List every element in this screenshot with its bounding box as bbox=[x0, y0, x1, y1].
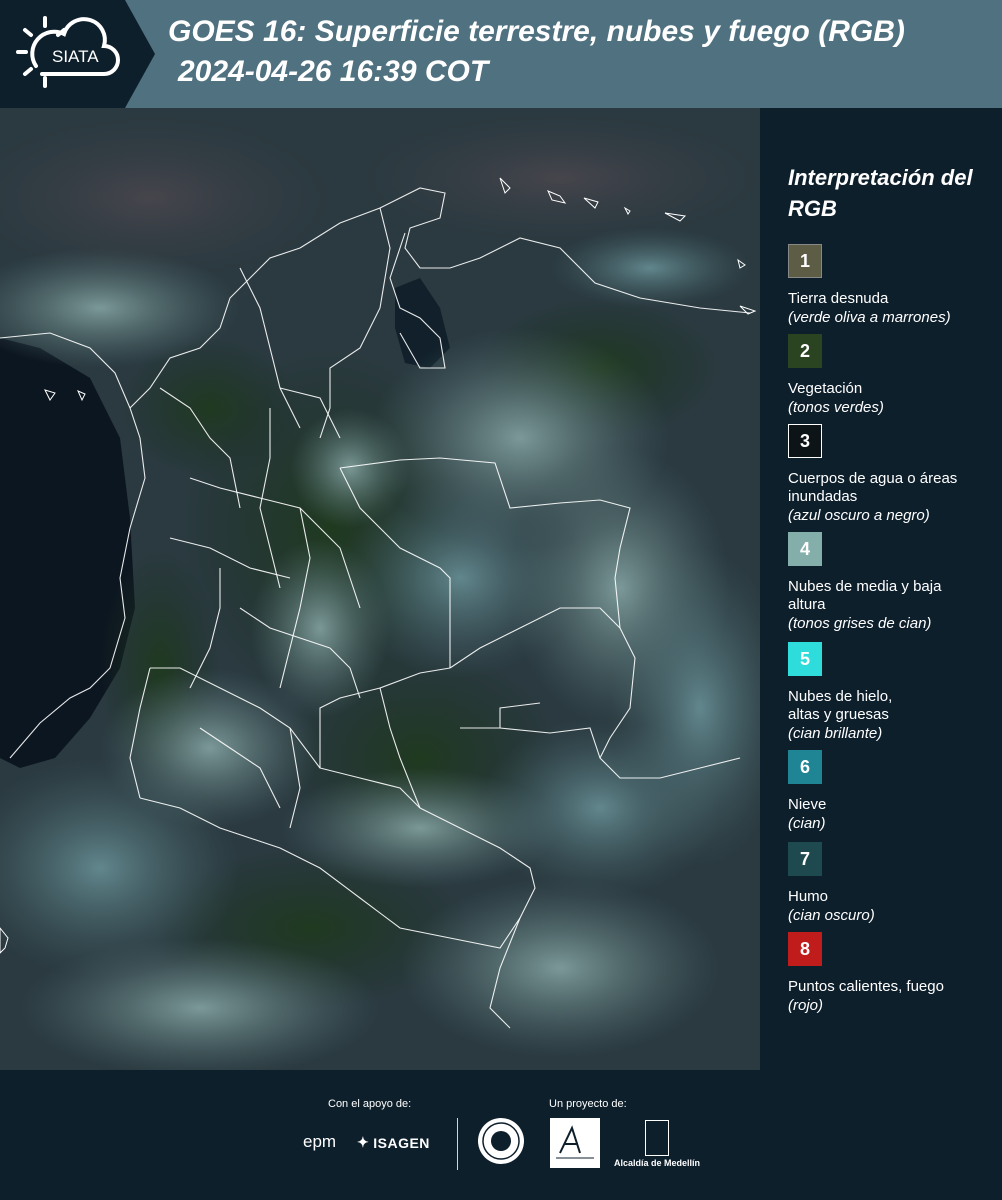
seal-logo bbox=[478, 1118, 524, 1164]
legend-item-desc: (cian) bbox=[788, 815, 826, 832]
epm-logo: epm bbox=[303, 1132, 337, 1151]
alcaldia-label: Alcaldía de Medellín bbox=[613, 1158, 701, 1168]
legend-item-desc: (tonos grises de cian) bbox=[788, 615, 932, 632]
legend-item-name: Tierra desnuda bbox=[788, 290, 889, 307]
legend-item-bare-soil: 1 Tierra desnuda (verde oliva a marrones… bbox=[788, 244, 998, 327]
siata-logo: SIATA bbox=[0, 0, 158, 108]
legend-item-name: Puntos calientes, fuego bbox=[788, 978, 944, 995]
legend-item-desc: (cian brillante) bbox=[788, 725, 883, 742]
alcaldia-logo: Alcaldía de Medellín bbox=[612, 1120, 702, 1170]
legend-item-desc: (rojo) bbox=[788, 997, 824, 1014]
coat-of-arms-icon bbox=[645, 1120, 669, 1156]
legend-item-name: Cuerpos de agua o áreas inundadas bbox=[788, 470, 958, 505]
page-timestamp: 2024-04-26 16:39 COT bbox=[178, 55, 489, 88]
area-metropolitana-logo bbox=[550, 1118, 600, 1168]
swatch-1: 1 bbox=[788, 244, 822, 278]
legend-item-name: Humo bbox=[788, 888, 829, 905]
legend-item-name: Nieve bbox=[788, 796, 827, 813]
swatch-6: 6 bbox=[788, 750, 822, 784]
legend-item-vegetation: 2 Vegetación (tonos verdes) bbox=[788, 334, 998, 417]
legend-item-snow: 6 Nieve (cian) bbox=[788, 750, 998, 833]
legend-item-ice-clouds: 5 Nubes de hielo, altas y gruesas (cian … bbox=[788, 642, 998, 743]
isagen-label: ISAGEN bbox=[373, 1134, 430, 1151]
legend-item-desc: (azul oscuro a negro) bbox=[788, 507, 930, 524]
header-bar: SIATA GOES 16: Superficie terrestre, nub… bbox=[0, 0, 1002, 108]
page-title: GOES 16: Superficie terrestre, nubes y f… bbox=[168, 15, 905, 48]
legend-panel: Interpretación del RGB 1 Tierra desnuda … bbox=[760, 108, 1002, 1070]
legend-item-fire: 8 Puntos calientes, fuego (rojo) bbox=[788, 932, 998, 1015]
swatch-2: 2 bbox=[788, 334, 822, 368]
support-label: Con el apoyo de: bbox=[328, 1098, 412, 1110]
isagen-icon: ✦ bbox=[357, 1134, 370, 1150]
isagen-logo: ✦ ISAGEN bbox=[357, 1134, 430, 1151]
legend-item-water: 3 Cuerpos de agua o áreas inundadas (azu… bbox=[788, 424, 998, 525]
logo-text: SIATA bbox=[52, 47, 99, 66]
footer-divider bbox=[457, 1118, 458, 1170]
legend-item-name: Vegetación bbox=[788, 380, 863, 397]
legend-item-desc: (verde oliva a marrones) bbox=[788, 309, 951, 326]
satellite-map[interactable] bbox=[0, 108, 760, 1070]
footer: Con el apoyo de: Un proyecto de: epm ✦ I… bbox=[0, 1070, 1002, 1200]
swatch-7: 7 bbox=[788, 842, 822, 876]
legend-item-desc: (cian oscuro) bbox=[788, 907, 875, 924]
legend-item-name: Nubes de hielo, altas y gruesas bbox=[788, 688, 893, 723]
legend-item-desc: (tonos verdes) bbox=[788, 399, 884, 416]
legend-item-name: Nubes de media y baja altura bbox=[788, 578, 942, 613]
project-label: Un proyecto de: bbox=[549, 1098, 627, 1110]
legend-item-low-clouds: 4 Nubes de media y baja altura (tonos gr… bbox=[788, 532, 998, 633]
legend-title: Interpretación del RGB bbox=[788, 165, 973, 221]
swatch-3: 3 bbox=[788, 424, 822, 458]
legend-item-smoke: 7 Humo (cian oscuro) bbox=[788, 842, 998, 925]
swatch-8: 8 bbox=[788, 932, 822, 966]
swatch-5: 5 bbox=[788, 642, 822, 676]
swatch-4: 4 bbox=[788, 532, 822, 566]
